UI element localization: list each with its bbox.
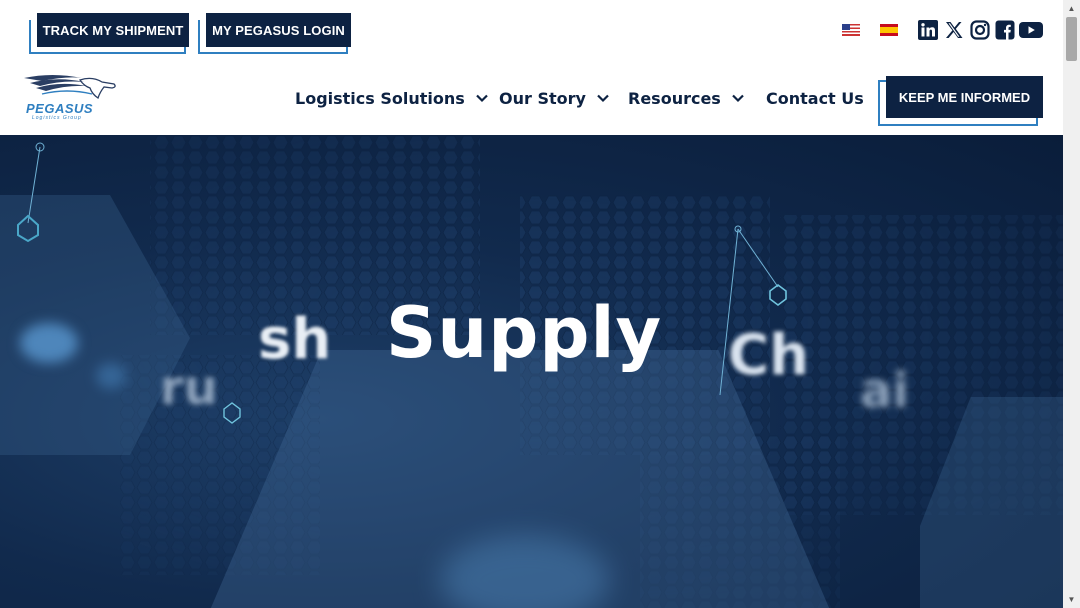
- pegasus-logo[interactable]: PEGASUS Logistics Group: [22, 72, 122, 124]
- scroll-down-arrow-icon[interactable]: ▼: [1063, 591, 1080, 608]
- hero-word-far-left: ru: [160, 360, 218, 416]
- hero-word-right: Ch: [728, 323, 809, 388]
- hero-headline-word: Supply: [386, 292, 663, 374]
- instagram-icon[interactable]: [970, 20, 990, 40]
- nav-item-contact-us[interactable]: Contact Us: [766, 87, 864, 109]
- youtube-icon[interactable]: [1019, 20, 1043, 40]
- chevron-down-icon: [476, 94, 488, 103]
- hero-word-far-right: ai: [860, 363, 909, 419]
- hero-banner: ru sh Supply Ch ai: [0, 135, 1063, 608]
- keep-me-informed-button[interactable]: KEEP ME INFORMED: [886, 76, 1043, 118]
- nav-item-our-story[interactable]: Our Story: [499, 87, 610, 109]
- logo-wordmark: PEGASUS: [26, 101, 94, 116]
- linkedin-icon[interactable]: [918, 20, 938, 40]
- spain-flag-icon[interactable]: [880, 24, 898, 36]
- nav-item-resources[interactable]: Resources: [628, 87, 745, 109]
- hero-word-left: sh: [258, 307, 332, 372]
- track-shipment-button[interactable]: TRACK MY SHIPMENT: [37, 13, 189, 47]
- scroll-up-arrow-icon[interactable]: ▲: [1063, 0, 1080, 17]
- pegasus-login-button[interactable]: MY PEGASUS LOGIN: [206, 13, 351, 47]
- logo-tagline: Logistics Group: [32, 115, 82, 121]
- nav-item-label: Logistics Solutions: [295, 88, 465, 108]
- nav-item-label: Contact Us: [766, 88, 864, 108]
- us-flag-icon[interactable]: [842, 24, 860, 36]
- nav-item-label: Resources: [628, 88, 721, 108]
- nav-item-label: Our Story: [499, 88, 586, 108]
- facebook-icon[interactable]: [995, 20, 1015, 40]
- chevron-down-icon: [732, 94, 744, 103]
- scroll-thumb[interactable]: [1066, 17, 1077, 61]
- page-scrollbar[interactable]: ▲ ▼: [1063, 0, 1080, 608]
- chevron-down-icon: [597, 94, 609, 103]
- nav-item-logistics-solutions[interactable]: Logistics Solutions: [295, 87, 489, 109]
- x-icon[interactable]: [944, 20, 964, 40]
